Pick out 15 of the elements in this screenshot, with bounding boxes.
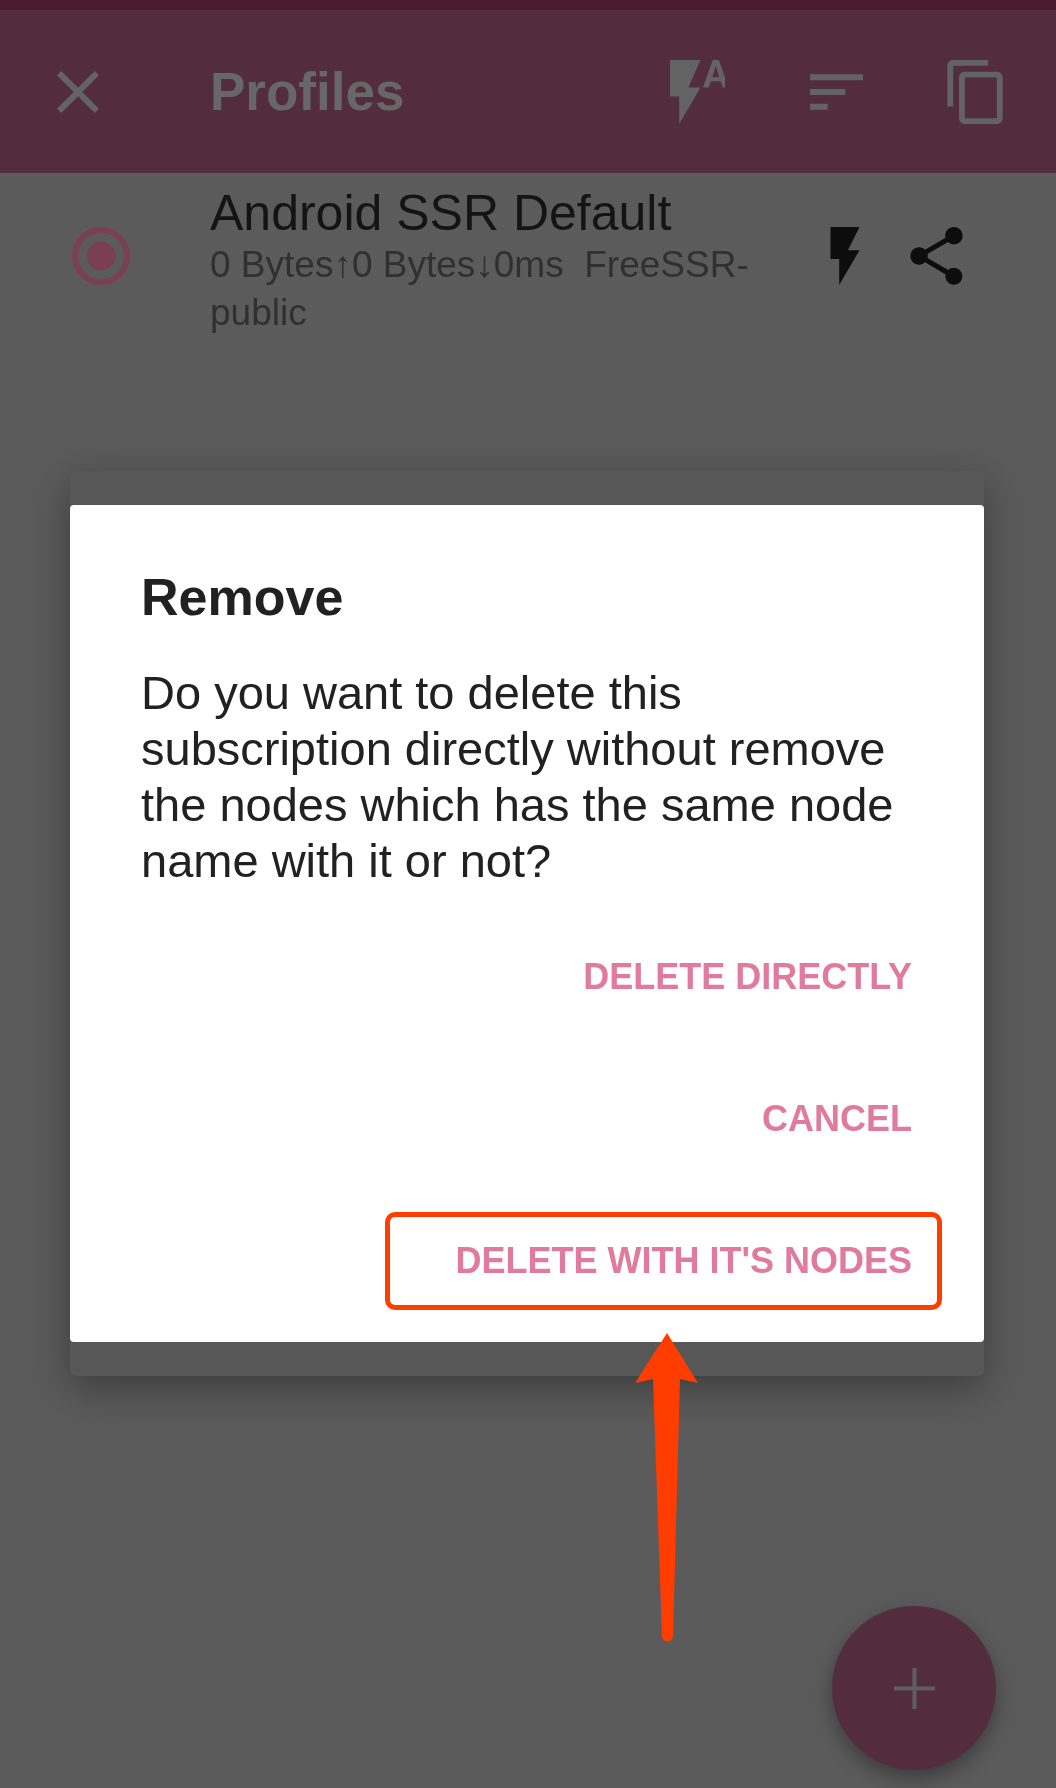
dialog-action-button[interactable]: CANCEL bbox=[737, 1075, 937, 1163]
dialog-action-button[interactable]: DELETE DIRECTLY bbox=[558, 933, 937, 1021]
dialog-action-button[interactable]: DELETE WITH IT'S NODES bbox=[430, 1217, 937, 1305]
sort-icon[interactable] bbox=[810, 73, 863, 110]
close-icon[interactable] bbox=[57, 70, 99, 113]
dialog-title: Remove bbox=[141, 567, 345, 627]
flash-auto-icon[interactable] bbox=[670, 59, 725, 124]
profile-name: Android SSR Default bbox=[210, 185, 673, 241]
dialog-message: Do you want to delete this subscription directly without remove the nodes which has the same node name with it or not? bbox=[141, 665, 895, 889]
app-bar-title: Profiles bbox=[210, 60, 406, 123]
lightning-icon[interactable] bbox=[830, 227, 860, 285]
plus-icon bbox=[893, 1667, 935, 1709]
radio-checked-icon[interactable] bbox=[72, 227, 130, 285]
share-icon[interactable] bbox=[910, 227, 963, 285]
copy-icon[interactable] bbox=[947, 59, 1003, 124]
